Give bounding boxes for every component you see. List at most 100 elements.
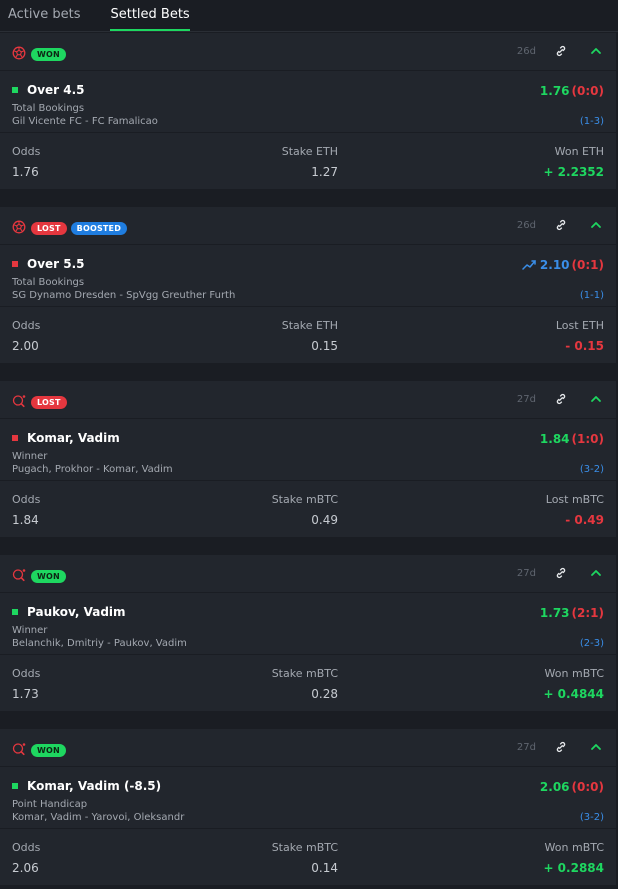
selection-label: Komar, Vadim <box>27 431 120 445</box>
status-dot <box>12 609 18 615</box>
bet-card-header[interactable]: LOST BOOSTED 26d <box>0 207 616 245</box>
badges: LOST BOOSTED <box>31 216 131 235</box>
link-icon[interactable] <box>554 44 568 58</box>
bets-tabs: Active bets Settled Bets <box>0 0 618 32</box>
live-score: (0:0) <box>571 84 604 98</box>
market-name: Winner <box>12 625 48 636</box>
status-dot <box>12 435 18 441</box>
badges: WON <box>31 564 70 583</box>
selection-odds: 1.84 (1:0) <box>540 432 604 446</box>
odds-stat-value: 1.76 <box>12 165 39 179</box>
chevron-up-icon[interactable] <box>590 45 602 57</box>
market-name: Total Bookings <box>12 103 85 114</box>
stake-label: Stake mBTC <box>271 493 338 506</box>
result-value: + 2.2352 <box>543 165 604 179</box>
result-label: Won ETH <box>554 145 604 158</box>
chevron-up-icon[interactable] <box>590 393 602 405</box>
selection-label: Paukov, Vadim <box>27 605 126 619</box>
bet-card-header[interactable]: WON 27d <box>0 555 616 593</box>
link-icon[interactable] <box>554 566 568 580</box>
bet-card-header[interactable]: WON 26d <box>0 33 616 71</box>
chevron-up-icon[interactable] <box>590 741 602 753</box>
table-tennis-icon <box>12 741 26 755</box>
result-value: + 0.4844 <box>543 687 604 701</box>
bet-stats: Odds 2.06 Stake mBTC 0.14 Won mBTC + 0.2… <box>0 829 616 885</box>
football-icon <box>12 219 26 233</box>
event-name: Gil Vicente FC - FC Famalicao <box>12 116 158 127</box>
stake-label: Stake ETH <box>281 145 338 158</box>
badges: WON <box>31 42 70 61</box>
bet-selection: Over 5.5 Total Bookings SG Dynamo Dresde… <box>0 245 616 307</box>
stake-label: Stake mBTC <box>271 841 338 854</box>
selection-odds: 1.76 (0:0) <box>540 84 604 98</box>
chevron-up-icon[interactable] <box>590 567 602 579</box>
trending-up-icon <box>522 260 536 270</box>
bet-card-header[interactable]: WON 27d <box>0 729 616 767</box>
bet-age: 27d <box>516 394 536 405</box>
final-score: (1-3) <box>579 116 604 127</box>
odds-label: Odds <box>12 145 41 158</box>
status-dot <box>12 261 18 267</box>
status-badge-won: WON <box>31 744 66 757</box>
tab-active-bets[interactable]: Active bets <box>8 7 80 31</box>
odds-label: Odds <box>12 667 41 680</box>
stake-value: 0.28 <box>311 687 338 701</box>
market-name: Winner <box>12 451 48 462</box>
bet-age: 26d <box>516 46 536 57</box>
link-icon[interactable] <box>554 740 568 754</box>
selection-odds: 1.73 (2:1) <box>540 606 604 620</box>
live-score: (1:0) <box>571 432 604 446</box>
selection-odds: 2.10 (0:1) <box>522 258 604 272</box>
odds-stat-value: 2.00 <box>12 339 39 353</box>
status-badge-lost: LOST <box>31 396 67 409</box>
final-score: (2-3) <box>579 638 604 649</box>
bet-stats: Odds 1.84 Stake mBTC 0.49 Lost mBTC - 0.… <box>0 481 616 537</box>
tab-settled-bets[interactable]: Settled Bets <box>110 7 190 31</box>
result-value: - 0.49 <box>565 513 604 527</box>
stake-value: 0.14 <box>311 861 338 875</box>
odds-label: Odds <box>12 493 41 506</box>
event-name: Komar, Vadim - Yarovoi, Oleksandr <box>12 812 185 823</box>
selection-label: Over 4.5 <box>27 83 85 97</box>
bet-card-5: WON 27d Komar, Vadim (-8.5) Point Handic… <box>0 729 616 885</box>
event-name: SG Dynamo Dresden - SpVgg Greuther Furth <box>12 290 236 301</box>
live-score: (0:1) <box>571 258 604 272</box>
table-tennis-icon <box>12 393 26 407</box>
result-label: Lost ETH <box>555 319 604 332</box>
selection-name: Komar, Vadim <box>12 431 120 445</box>
bet-card-2: LOST BOOSTED 26d Over 5.5 Total Bookings … <box>0 207 616 363</box>
football-icon <box>12 45 26 59</box>
status-dot <box>12 783 18 789</box>
final-score: (1-1) <box>579 290 604 301</box>
final-score: (3-2) <box>579 812 604 823</box>
stake-label: Stake ETH <box>281 319 338 332</box>
bet-card-header[interactable]: LOST 27d <box>0 381 616 419</box>
live-score: (2:1) <box>571 606 604 620</box>
stake-value: 0.49 <box>311 513 338 527</box>
bet-age: 27d <box>516 568 536 579</box>
stake-value: 0.15 <box>311 339 338 353</box>
result-label: Won mBTC <box>544 841 604 854</box>
chevron-up-icon[interactable] <box>590 219 602 231</box>
link-icon[interactable] <box>554 392 568 406</box>
status-badge-won: WON <box>31 570 66 583</box>
event-name: Belanchik, Dmitriy - Paukov, Vadim <box>12 638 187 649</box>
bet-stats: Odds 1.73 Stake mBTC 0.28 Won mBTC + 0.4… <box>0 655 616 711</box>
selection-label: Over 5.5 <box>27 257 85 271</box>
selection-name: Paukov, Vadim <box>12 605 126 619</box>
link-icon[interactable] <box>554 218 568 232</box>
bet-age: 27d <box>516 742 536 753</box>
live-score: (0:0) <box>571 780 604 794</box>
market-name: Total Bookings <box>12 277 85 288</box>
market-name: Point Handicap <box>12 799 88 810</box>
odds-stat-value: 1.73 <box>12 687 39 701</box>
bet-selection: Paukov, Vadim Winner Belanchik, Dmitriy … <box>0 593 616 655</box>
status-badge-boosted: BOOSTED <box>70 222 128 235</box>
selection-name: Komar, Vadim (-8.5) <box>12 779 161 793</box>
selection-label: Komar, Vadim (-8.5) <box>27 779 162 793</box>
bet-selection: Komar, Vadim Winner Pugach, Prokhor - Ko… <box>0 419 616 481</box>
odds-label: Odds <box>12 841 41 854</box>
odds-value: 2.06 <box>539 780 570 794</box>
result-label: Lost mBTC <box>545 493 604 506</box>
odds-label: Odds <box>12 319 41 332</box>
